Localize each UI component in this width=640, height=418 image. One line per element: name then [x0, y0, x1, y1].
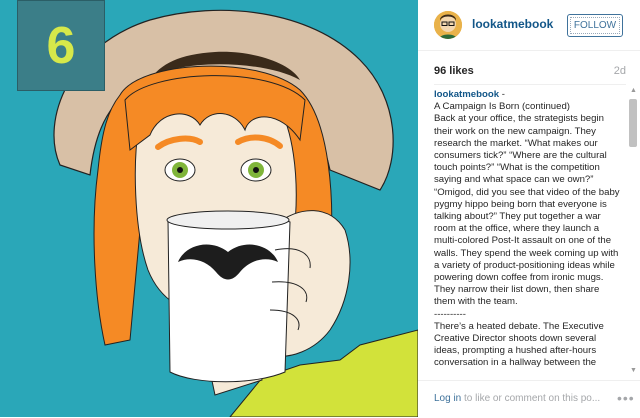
badge-number: 6 — [46, 16, 76, 75]
post-stats: 96 likes 2d — [434, 65, 626, 79]
caption-username-text[interactable]: lookatmebook — [434, 89, 499, 100]
post-time[interactable]: 2d — [614, 65, 626, 77]
caption-username-suffix: - — [499, 89, 505, 100]
post-image[interactable]: 6 — [0, 0, 418, 417]
scroll-down-arrow-icon[interactable]: ▼ — [630, 367, 637, 374]
login-link[interactable]: Log in — [434, 393, 461, 404]
caption: lookatmebook - A Campaign Is Born (conti… — [434, 89, 622, 372]
caption-text: A Campaign Is Born (continued) Back at y… — [434, 101, 620, 369]
likes-count[interactable]: 96 likes — [434, 65, 474, 77]
avatar-icon — [434, 11, 462, 39]
post-sidebar: lookatmebook FOLLOW 96 likes 2d lookatme… — [418, 0, 640, 417]
post-footer: Log in to like or comment on this po... … — [418, 380, 640, 418]
username-link[interactable]: lookatmebook — [472, 17, 553, 31]
caption-username[interactable]: lookatmebook - — [434, 89, 622, 101]
mug — [167, 212, 291, 383]
divider — [434, 84, 626, 85]
login-prompt-text: to like or comment on this po... — [461, 393, 601, 404]
login-prompt: Log in to like or comment on this po... — [434, 393, 600, 404]
scroll-up-arrow-icon[interactable]: ▲ — [630, 87, 637, 94]
more-options-icon[interactable]: ••• — [617, 390, 635, 406]
post-header: lookatmebook FOLLOW — [418, 0, 640, 51]
number-badge: 6 — [17, 0, 105, 91]
avatar[interactable] — [434, 11, 462, 39]
post-viewer: 6 lookatmebook FOLLOW 96 likes 2d lookat… — [0, 0, 640, 417]
scrollbar-thumb[interactable] — [629, 99, 637, 147]
caption-scrollbar[interactable]: ▲ ▼ — [628, 87, 638, 374]
follow-button[interactable]: FOLLOW — [567, 14, 623, 37]
